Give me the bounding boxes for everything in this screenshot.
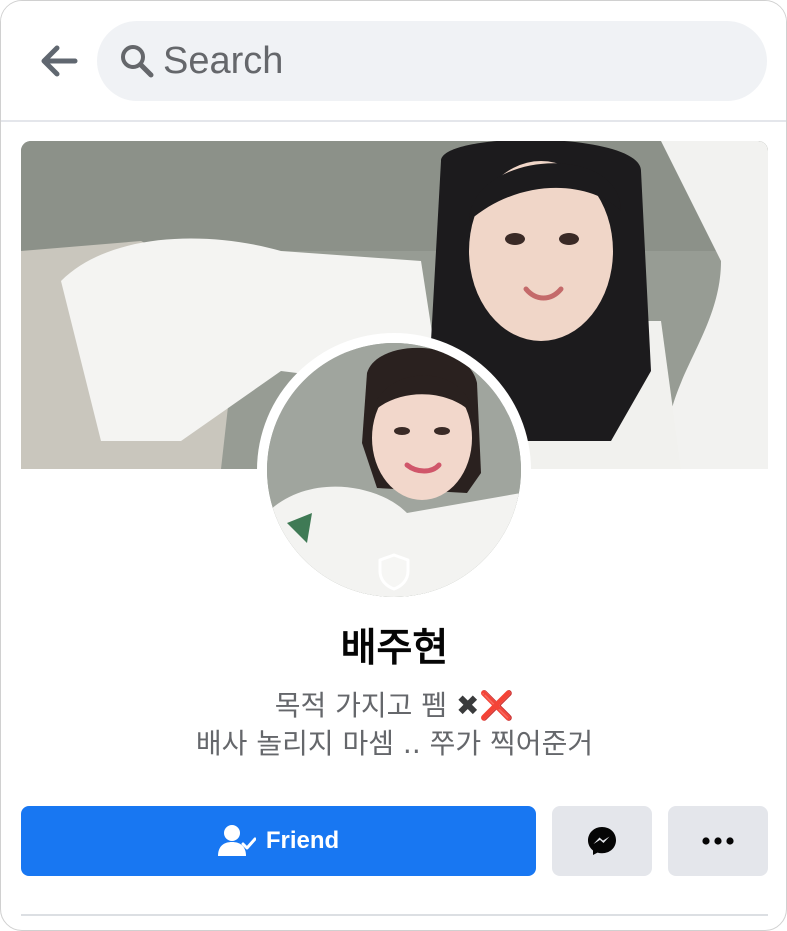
arrow-left-icon xyxy=(41,45,78,77)
top-bar xyxy=(1,1,786,121)
bio-line-1-text: 목적 가지고 펨 xyxy=(274,689,456,722)
messenger-icon xyxy=(588,827,616,855)
bio-line-2: 배사 놀리지 마셈 .. 쭈가 찍어준거 xyxy=(195,727,594,760)
search-bar[interactable] xyxy=(97,21,767,101)
profile-bio: 목적 가지고 펨 ✖❌ 배사 놀리지 마셈 .. 쭈가 찍어준거 xyxy=(1,687,786,763)
profile-name: 배주현 xyxy=(340,626,449,671)
friend-check-icon xyxy=(217,825,256,856)
top-divider xyxy=(1,120,786,122)
more-dots-icon xyxy=(702,837,734,845)
profile-screen: 배주현 목적 가지고 펨 ✖❌ 배사 놀리지 마셈 .. 쭈가 찍어준거 Fri… xyxy=(0,0,787,931)
section-divider xyxy=(21,914,768,916)
friend-button[interactable]: Friend xyxy=(21,806,536,876)
bio-line-1: 목적 가지고 펨 ✖❌ xyxy=(1,687,786,725)
search-icon xyxy=(119,43,155,79)
messenger-button[interactable] xyxy=(552,806,652,876)
more-options-button[interactable] xyxy=(668,806,768,876)
back-button[interactable] xyxy=(35,39,83,83)
red-cross-emoji: ❌ xyxy=(479,689,515,722)
cross-mark-emoji: ✖ xyxy=(455,689,480,722)
profile-guard-shield-icon xyxy=(375,552,413,592)
search-input[interactable] xyxy=(161,38,725,84)
friend-button-label: Friend xyxy=(265,827,340,854)
